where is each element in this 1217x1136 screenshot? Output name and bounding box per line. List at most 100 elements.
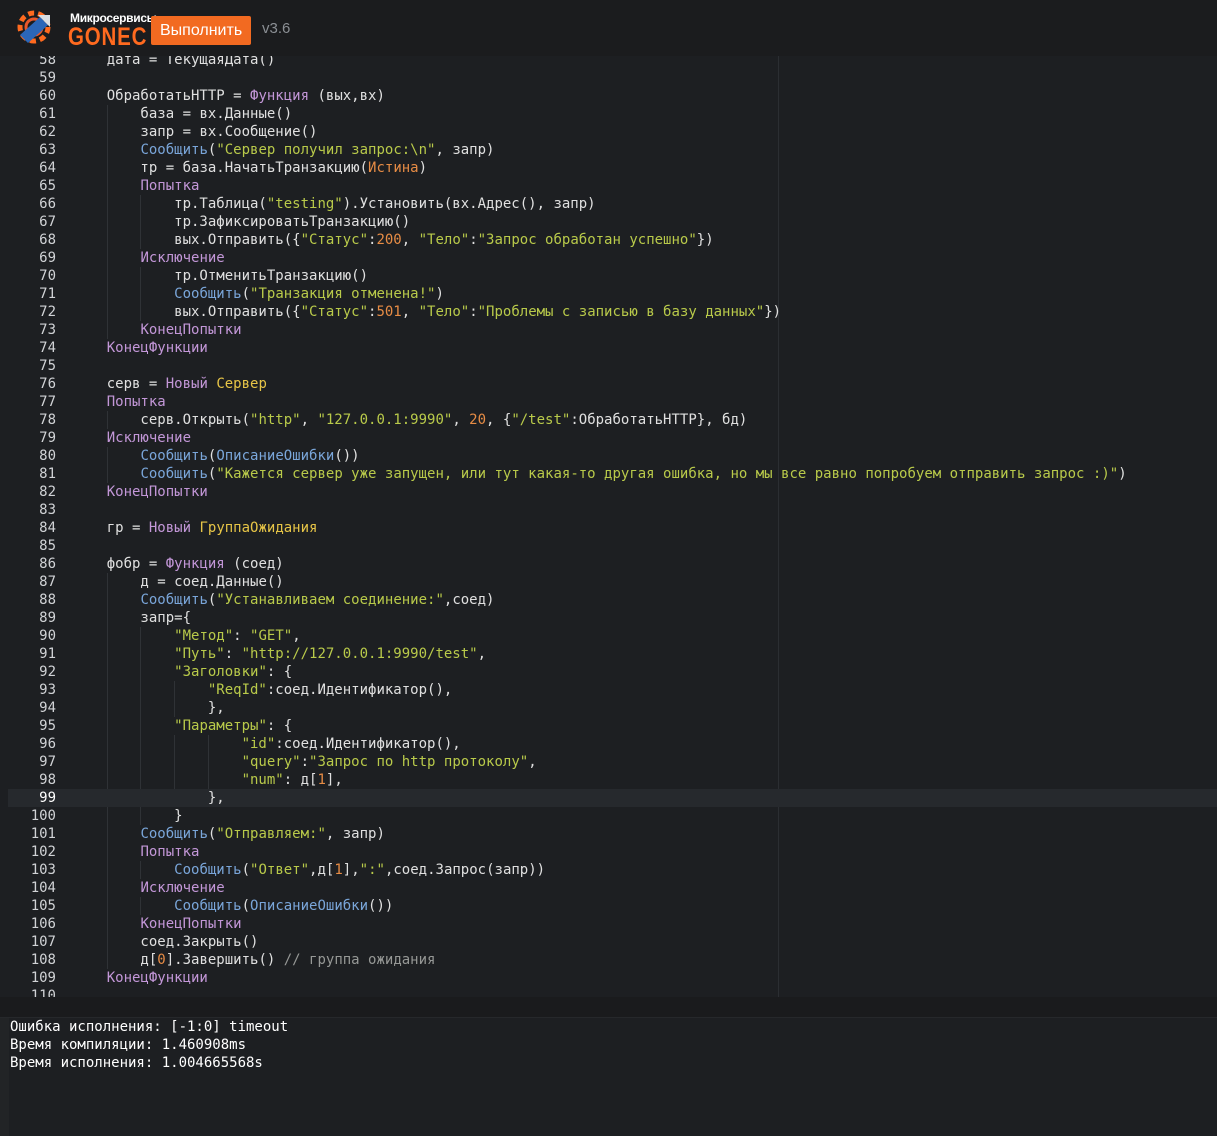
code-token: Попытка — [140, 844, 200, 860]
code-line[interactable]: 107 соед.Закрыть() — [0, 933, 1217, 951]
code-line[interactable]: 65 Попытка — [0, 177, 1217, 195]
code-line[interactable]: 63 Сообщить("Сервер получил запрос:\n", … — [0, 141, 1217, 159]
panel-splitter[interactable] — [0, 997, 1217, 1017]
line-number: 90 — [39, 628, 56, 644]
code-line[interactable]: 106 КонецПопытки — [0, 915, 1217, 933]
code-line[interactable]: 75 — [0, 357, 1217, 375]
code-line[interactable]: 76 серв = Новый Сервер — [0, 375, 1217, 393]
code-line[interactable]: 70 тр.ОтменитьТранзакцию() — [0, 267, 1217, 285]
code-text: Попытка — [73, 393, 166, 411]
code-line[interactable]: 109 КонецФункции — [0, 969, 1217, 987]
code-line[interactable]: 103 Сообщить("Ответ",д[1],":",соед.Запро… — [0, 861, 1217, 879]
code-line[interactable]: 80 Сообщить(ОписаниеОшибки()) — [0, 447, 1217, 465]
code-token: , запр) — [325, 826, 385, 842]
code-token: запр — [73, 610, 175, 626]
code-line[interactable]: 78 серв.Открыть("http", "127.0.0.1:9990"… — [0, 411, 1217, 429]
line-number: 105 — [30, 898, 56, 914]
code-line[interactable]: 81 Сообщить("Кажется сервер уже запущен,… — [0, 465, 1217, 483]
code-line[interactable]: 74 КонецФункции — [0, 339, 1217, 357]
code-line[interactable]: 89 запр={ — [0, 609, 1217, 627]
code-line[interactable]: 84 гр = Новый ГруппаОжидания — [0, 519, 1217, 537]
code-line[interactable]: 69 Исключение — [0, 249, 1217, 267]
code-token: Сообщить — [140, 448, 208, 464]
code-token: ":" — [359, 862, 385, 878]
code-line[interactable]: 108 д[0].Завершить() // группа ожидания — [0, 951, 1217, 969]
code-line[interactable]: 64 тр = база.НачатьТранзакцию(Истина) — [0, 159, 1217, 177]
line-number: 68 — [39, 232, 56, 248]
code-line[interactable]: 77 Попытка — [0, 393, 1217, 411]
code-token: "Метод" — [174, 628, 234, 644]
code-token: = — [233, 88, 242, 104]
code-line[interactable]: 66 тр.Таблица("testing").Установить(вх.А… — [0, 195, 1217, 213]
code-line[interactable]: 98 "num": д[1], — [0, 771, 1217, 789]
code-line[interactable]: 88 Сообщить("Устанавливаем соединение:",… — [0, 591, 1217, 609]
code-token: = — [157, 574, 166, 590]
code-line[interactable]: 101 Сообщить("Отправляем:", запр) — [0, 825, 1217, 843]
code-token: , — [452, 412, 470, 428]
code-line[interactable]: 102 Попытка — [0, 843, 1217, 861]
code-line[interactable]: 97 "query":"Запрос по http протоколу", — [0, 753, 1217, 771]
gonec-logo: Микросервисы GONEC — [14, 5, 157, 51]
code-line[interactable]: 99 }, — [0, 789, 1217, 807]
code-token: база.НачатьТранзакцию( — [174, 160, 369, 176]
code-token: , { — [486, 412, 512, 428]
line-number: 94 — [39, 700, 56, 716]
code-line[interactable]: 61 база = вх.Данные() — [0, 105, 1217, 123]
code-text: "Метод": "GET", — [73, 627, 300, 645]
code-token: Сообщить — [140, 592, 208, 608]
code-line[interactable]: 71 Сообщить("Транзакция отменена!") — [0, 285, 1217, 303]
code-token: вх.Сообщение() — [191, 124, 318, 140]
code-text: Исключение — [73, 879, 224, 897]
run-button[interactable]: Выполнить — [151, 16, 252, 45]
code-line[interactable]: 90 "Метод": "GET", — [0, 627, 1217, 645]
code-line[interactable]: 58 дата = ТекущаяДата() — [0, 56, 1217, 69]
line-number: 91 — [39, 646, 56, 662]
line-number: 59 — [39, 70, 56, 86]
code-line[interactable]: 67 тр.ЗафиксироватьТранзакцию() — [0, 213, 1217, 231]
code-token: Сообщить — [174, 898, 242, 914]
code-line[interactable]: 91 "Путь": "http://127.0.0.1:9990/test", — [0, 645, 1217, 663]
line-number: 60 — [39, 88, 56, 104]
code-line[interactable]: 93 "ReqId":соед.Идентификатор(), — [0, 681, 1217, 699]
code-token: "Транзакция отменена!" — [250, 286, 436, 302]
code-line[interactable]: 68 вых.Отправить({"Статус":200, "Тело":"… — [0, 231, 1217, 249]
code-line[interactable]: 79 Исключение — [0, 429, 1217, 447]
code-line[interactable]: 100 } — [0, 807, 1217, 825]
code-line[interactable]: 110 — [0, 987, 1217, 997]
code-line[interactable]: 96 "id":соед.Идентификатор(), — [0, 735, 1217, 753]
line-number: 85 — [39, 538, 56, 554]
code-token: Функция — [241, 88, 310, 104]
output-left-bar — [0, 1018, 9, 1136]
line-number: 106 — [30, 916, 56, 932]
code-token: дата = ТекущаяДата() — [73, 56, 276, 68]
code-line[interactable]: 72 вых.Отправить({"Статус":501, "Тело":"… — [0, 303, 1217, 321]
code-token: тр.ОтменитьТранзакцию() — [73, 268, 369, 284]
code-line[interactable]: 87 д = соед.Данные() — [0, 573, 1217, 591]
code-line[interactable]: 73 КонецПопытки — [0, 321, 1217, 339]
code-token: { — [182, 610, 192, 626]
code-line[interactable]: 105 Сообщить(ОписаниеОшибки()) — [0, 897, 1217, 915]
line-number: 99 — [39, 790, 56, 806]
code-token: "Тело" — [418, 304, 470, 320]
code-line[interactable]: 60 ОбработатьHTTP = Функция (вых,вх) — [0, 87, 1217, 105]
code-text: база = вх.Данные() — [73, 105, 292, 123]
code-line[interactable]: 59 — [0, 69, 1217, 87]
code-line[interactable]: 86 фобр = Функция (соед) — [0, 555, 1217, 573]
code-token: "ReqId" — [207, 682, 267, 698]
code-line[interactable]: 94 }, — [0, 699, 1217, 717]
code-token: :ОбработатьHTTP}, бд) — [570, 412, 748, 428]
code-line[interactable]: 92 "Заголовки": { — [0, 663, 1217, 681]
code-line[interactable]: 82 КонецПопытки — [0, 483, 1217, 501]
code-line[interactable]: 85 — [0, 537, 1217, 555]
code-token: ) — [418, 160, 428, 176]
active-line-highlight — [69, 789, 1217, 807]
code-token: ( — [241, 286, 251, 302]
code-line[interactable]: 104 Исключение — [0, 879, 1217, 897]
code-line[interactable]: 62 запр = вх.Сообщение() — [0, 123, 1217, 141]
code-line[interactable]: 95 "Параметры": { — [0, 717, 1217, 735]
code-editor[interactable]: 58 дата = ТекущаяДата() 59 60 ОбработатьHT… — [0, 56, 1217, 997]
code-line[interactable]: 83 — [0, 501, 1217, 519]
